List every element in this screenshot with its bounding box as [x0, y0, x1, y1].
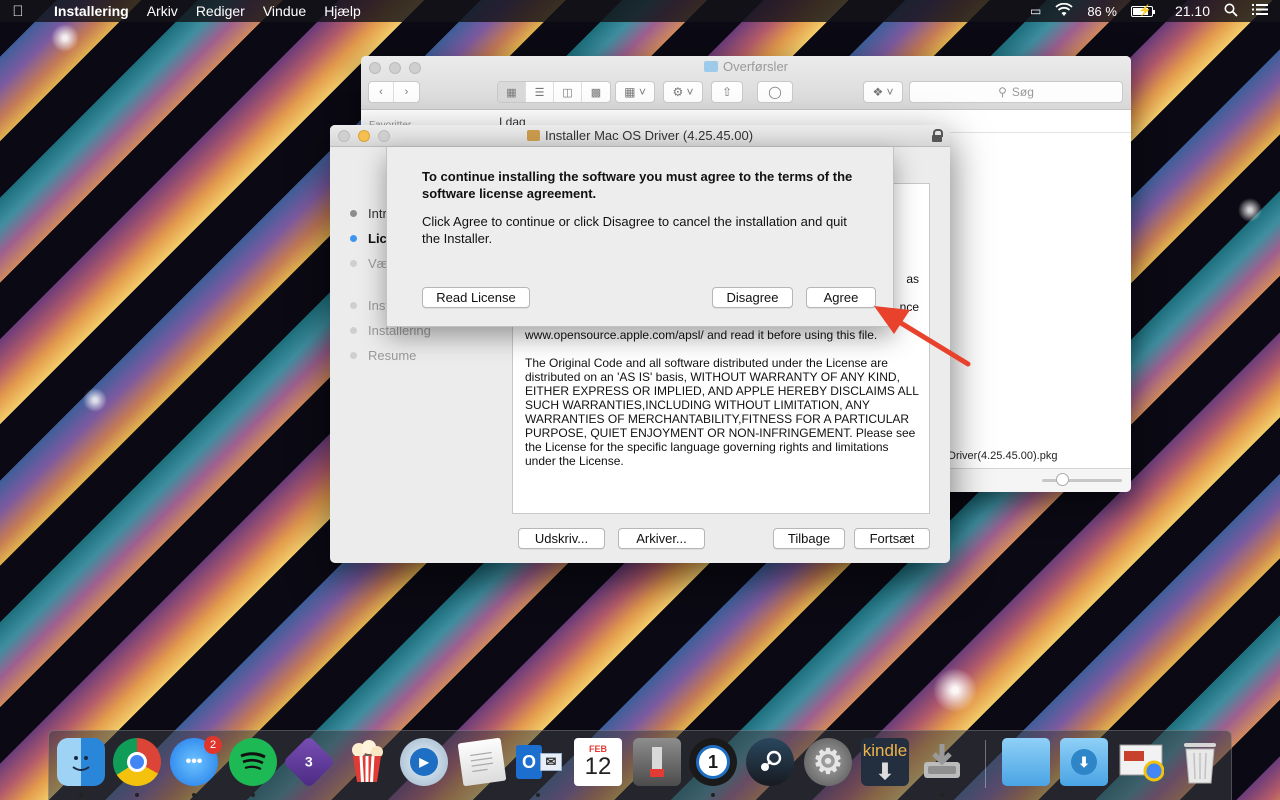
save-button[interactable]: Arkiver...	[618, 528, 705, 549]
coverflow-view-icon[interactable]: ▩	[582, 82, 610, 102]
installer-title: Installer Mac OS Driver (4.25.45.00)	[544, 128, 754, 143]
running-indicator	[940, 793, 944, 797]
agree-button[interactable]: Agree	[806, 287, 876, 308]
minimize-icon[interactable]	[358, 130, 370, 142]
step-installation: Installering	[348, 324, 465, 349]
action-gear-icon[interactable]: ⚙ ˅	[663, 81, 703, 103]
package-icon	[526, 130, 540, 141]
menu-vindue[interactable]: Vindue	[254, 3, 315, 19]
search-icon: ⚲	[998, 85, 1007, 99]
license-paragraph: The Original Code and all software distr…	[525, 356, 919, 468]
running-indicator	[251, 793, 255, 797]
dock-spotify-icon[interactable]	[229, 738, 277, 786]
dropbox-icon[interactable]: ❖ ˅	[863, 81, 903, 103]
dock-chrome-icon[interactable]	[113, 738, 161, 786]
dock-separator	[985, 740, 986, 788]
dock-1password-icon[interactable]: 1	[689, 738, 737, 786]
step-dot-icon	[350, 260, 357, 267]
battery-icon[interactable]: ⚡	[1130, 5, 1155, 17]
back-button[interactable]: Tilbage	[773, 528, 845, 549]
dock-downloads-stack-icon[interactable]	[918, 738, 966, 786]
disagree-button[interactable]: Disagree	[712, 287, 793, 308]
file-name-pkg[interactable]: Driver(4.25.45.00).pkg	[948, 450, 1057, 462]
icon-view-icon[interactable]: ▦	[498, 82, 526, 102]
running-indicator	[135, 793, 139, 797]
apple-menu-icon[interactable]: 	[0, 3, 36, 20]
menu-arkiv[interactable]: Arkiv	[138, 3, 187, 19]
menu-hjaelp[interactable]: Hjælp	[315, 3, 370, 19]
finder-search-input[interactable]: ⚲ Søg	[909, 81, 1123, 103]
step-dot-icon	[350, 302, 357, 309]
dock-system-preferences-icon[interactable]: ⚙	[804, 738, 852, 786]
share-icon[interactable]: ⇧	[711, 81, 743, 103]
arrange-button[interactable]: ▦ ˅	[615, 81, 655, 103]
running-indicator	[711, 793, 715, 797]
column-view-icon[interactable]: ◫	[554, 82, 582, 102]
icon-size-slider-knob[interactable]	[1056, 473, 1069, 486]
annotation-arrow-icon	[874, 306, 971, 367]
step-dot-icon	[350, 352, 357, 359]
finder-title: Overførsler	[361, 59, 1131, 74]
sheet-heading: To continue installing the software you …	[422, 169, 853, 201]
license-agreement-sheet: To continue installing the software you …	[386, 147, 894, 327]
menu-rediger[interactable]: Rediger	[187, 3, 254, 19]
dock-recent-items-stack-icon[interactable]	[1117, 738, 1165, 786]
step-dot-icon	[350, 235, 357, 242]
forward-arrow-icon[interactable]: ›	[394, 82, 419, 102]
dock-outlook-icon[interactable]: O ✉	[515, 738, 563, 786]
lock-icon[interactable]	[932, 129, 943, 142]
running-indicator	[192, 793, 196, 797]
folder-icon	[704, 61, 718, 72]
installer-window-controls	[338, 130, 390, 142]
dock-kindle-icon[interactable]: kindle ⬇	[861, 738, 909, 786]
dock-trash-icon[interactable]	[1176, 738, 1224, 786]
dock-popcorn-time-icon[interactable]	[343, 738, 391, 786]
license-url-line: www.opensource.apple.com/apsl/ and read …	[525, 328, 878, 342]
dock-quicktime-icon[interactable]: ▶	[400, 738, 448, 786]
running-indicator	[536, 793, 540, 797]
airplay-icon[interactable]: ▭	[1030, 4, 1041, 18]
menu-bar:  Installering Arkiv Rediger Vindue Hjæl…	[0, 0, 1280, 22]
close-icon[interactable]	[338, 130, 350, 142]
dock-textedit-icon[interactable]	[457, 737, 507, 787]
sheet-message: Click Agree to continue or click Disagre…	[422, 214, 847, 246]
clock[interactable]: 21.10	[1167, 3, 1210, 19]
read-license-button[interactable]: Read License	[422, 287, 530, 308]
dock-folder-icon[interactable]	[1002, 738, 1050, 786]
icon-size-slider-track[interactable]	[1042, 479, 1122, 482]
back-arrow-icon[interactable]: ‹	[369, 82, 395, 102]
messages-badge: 2	[204, 736, 222, 754]
list-view-icon[interactable]: ☰	[526, 82, 554, 102]
step-dot-icon	[350, 327, 357, 334]
tag-icon[interactable]: ◯	[757, 81, 793, 103]
step-dot-icon	[350, 210, 357, 217]
print-button[interactable]: Udskriv...	[518, 528, 605, 549]
spotlight-search-icon[interactable]	[1224, 3, 1238, 20]
dock-calendar-icon[interactable]: FEB 12	[574, 738, 622, 786]
step-summary: Resume	[348, 349, 465, 374]
dock-messages-icon[interactable]: ••• 2	[170, 736, 222, 786]
dock-finder-icon[interactable]	[57, 738, 105, 786]
running-indicator	[79, 793, 83, 797]
installer-titlebar[interactable]: Installer Mac OS Driver (4.25.45.00)	[330, 125, 950, 147]
dock-boot-camp-icon[interactable]	[633, 738, 681, 786]
menu-app-name[interactable]: Installering	[36, 3, 138, 19]
nav-buttons: ‹ ›	[368, 81, 420, 103]
view-mode-buttons: ▦ ☰ ◫ ▩	[497, 81, 611, 103]
finder-titlebar[interactable]: Overførsler ‹ › ▦ ☰ ◫ ▩ ▦ ˅ ⚙ ˅ ⇧ ◯ ❖ ˅ …	[361, 56, 1131, 110]
dock-steam-icon[interactable]	[746, 738, 794, 786]
wifi-icon[interactable]	[1055, 2, 1073, 20]
license-fragment-as: as	[906, 272, 919, 286]
dock-downloads-folder-icon[interactable]: ⬇	[1060, 738, 1108, 786]
battery-percent[interactable]: 86 %	[1087, 4, 1117, 19]
continue-button[interactable]: Fortsæt	[854, 528, 930, 549]
zoom-icon[interactable]	[378, 130, 390, 142]
notification-center-icon[interactable]	[1252, 3, 1268, 19]
